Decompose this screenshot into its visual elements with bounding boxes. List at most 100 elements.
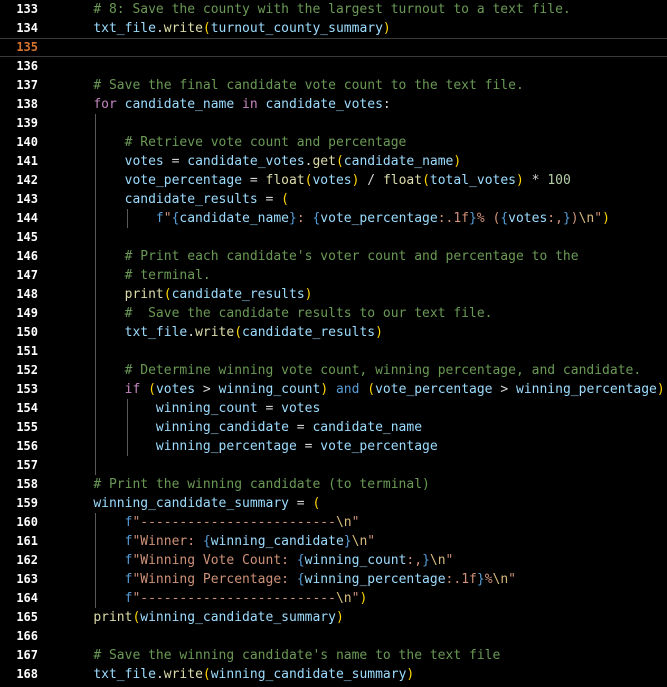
code-token: candidate_votes <box>187 154 305 169</box>
code-editor[interactable]: 133 # 8: Save the county with the larges… <box>0 0 667 687</box>
code-text: # Print each candidate's voter count and… <box>62 247 579 266</box>
code-token: ) <box>453 154 462 169</box>
code-line[interactable]: 166 <box>0 627 667 646</box>
code-line[interactable]: 168 txt_file.write(winning_candidate_sum… <box>0 665 667 684</box>
code-token: } <box>343 534 352 549</box>
code-line[interactable]: 137 # Save the final candidate vote coun… <box>0 76 667 95</box>
code-token: print <box>124 287 164 302</box>
code-line[interactable]: 153 if (votes > winning_count) and (vote… <box>0 380 667 399</box>
code-text: f"Winning Vote Count: {winning_count:,}\… <box>62 551 454 570</box>
code-token: * <box>523 173 548 188</box>
code-token: if <box>124 382 141 397</box>
code-text: winning_candidate = candidate_name <box>62 418 422 437</box>
code-token: 100 <box>547 173 571 188</box>
line-number: 145 <box>16 230 38 244</box>
code-text: f"Winner: {winning_candidate}\n" <box>62 532 375 551</box>
code-token: votes <box>312 173 352 188</box>
code-line[interactable]: 163 f"Winning Percentage: {winning_perce… <box>0 570 667 589</box>
line-number: 146 <box>16 249 38 263</box>
code-line[interactable]: 143 candidate_results = ( <box>0 190 667 209</box>
code-token: winning_candidate <box>155 420 289 435</box>
line-number: 158 <box>16 477 38 491</box>
code-line[interactable]: 152 # Determine winning vote count, winn… <box>0 361 667 380</box>
code-line[interactable]: 149 # Save the candidate results to our … <box>0 304 667 323</box>
code-token: :, <box>406 553 423 568</box>
code-line[interactable]: 139 <box>0 114 667 133</box>
code-line[interactable]: 145 <box>0 228 667 247</box>
code-line[interactable]: 165 print(winning_candidate_summary) <box>0 608 667 627</box>
code-text: # Save the winning candidate's name to t… <box>62 646 500 665</box>
code-line[interactable]: 146 # Print each candidate's voter count… <box>0 247 667 266</box>
code-line[interactable]: 141 votes = candidate_votes.get(candidat… <box>0 152 667 171</box>
code-line[interactable]: 160 f"-------------------------\n" <box>0 513 667 532</box>
line-number: 161 <box>16 534 38 548</box>
code-token: winning_candidate_summary <box>210 667 407 682</box>
code-line[interactable]: 135 <box>0 38 667 57</box>
code-line[interactable]: 150 txt_file.write(candidate_results) <box>0 323 667 342</box>
code-text: votes = candidate_votes.get(candidate_na… <box>62 152 462 171</box>
code-line[interactable]: 156 winning_percentage = vote_percentage <box>0 437 667 456</box>
code-line[interactable]: 155 winning_candidate = candidate_name <box>0 418 667 437</box>
code-line[interactable]: 136 <box>0 57 667 76</box>
code-token: # Print each candidate's voter count and… <box>124 249 579 264</box>
code-token: # Save the final candidate vote count to… <box>93 78 524 93</box>
line-number: 134 <box>16 21 38 35</box>
code-line[interactable]: 147 # terminal. <box>0 266 667 285</box>
code-line[interactable]: 134 txt_file.write(turnout_county_summar… <box>0 19 667 38</box>
code-line[interactable]: 140 # Retrieve vote count and percentage <box>0 133 667 152</box>
code-line[interactable]: 161 f"Winner: {winning_candidate}\n" <box>0 532 667 551</box>
line-number: 133 <box>16 2 38 16</box>
code-token: " <box>445 553 454 568</box>
code-token: for <box>93 97 117 112</box>
code-token: = <box>257 192 282 207</box>
code-text: if (votes > winning_count) and (vote_per… <box>62 380 667 399</box>
code-line[interactable]: 158 # Print the winning candidate (to te… <box>0 475 667 494</box>
code-token: winning_count <box>155 401 258 416</box>
code-line[interactable]: 151 <box>0 342 667 361</box>
code-token: \n <box>492 572 509 587</box>
code-text: # Determine winning vote count, winning … <box>62 361 642 380</box>
code-line[interactable]: 164 f"-------------------------\n") <box>0 589 667 608</box>
code-token: candidate_name <box>124 97 235 112</box>
code-token: # Print the winning candidate (to termin… <box>93 477 430 492</box>
code-line[interactable]: 142 vote_percentage = float(votes) / flo… <box>0 171 667 190</box>
line-number: 140 <box>16 135 38 149</box>
code-line[interactable]: 154 winning_count = votes <box>0 399 667 418</box>
line-number: 163 <box>16 572 38 586</box>
code-line[interactable]: 133 # 8: Save the county with the larges… <box>0 0 667 19</box>
code-token: } <box>469 211 477 226</box>
code-token: candidate_results <box>242 325 376 340</box>
code-token: ( <box>312 496 321 511</box>
code-token: ( <box>234 325 243 340</box>
code-token: # Save the candidate results to our text… <box>124 306 493 321</box>
code-token: # Retrieve vote count and percentage <box>124 135 407 150</box>
code-line[interactable]: 162 f"Winning Vote Count: {winning_count… <box>0 551 667 570</box>
line-number: 137 <box>16 78 38 92</box>
code-token: # 8: Save the county with the largest tu… <box>93 2 571 17</box>
code-token: { <box>296 553 305 568</box>
code-token: vote_percentage <box>124 173 243 188</box>
code-line[interactable]: 148 print(candidate_results) <box>0 285 667 304</box>
code-text: # Print the winning candidate (to termin… <box>62 475 430 494</box>
code-token: # Save the winning candidate's name to t… <box>93 648 501 663</box>
code-line[interactable]: 144 f"{candidate_name}: {vote_percentage… <box>0 209 667 228</box>
code-line[interactable]: 138 for candidate_name in candidate_vote… <box>0 95 667 114</box>
code-line[interactable]: 157 <box>0 456 667 475</box>
code-token: candidate_name <box>312 420 423 435</box>
code-token: \n <box>578 211 595 226</box>
line-number: 149 <box>16 306 38 320</box>
code-token: winning_percentage <box>155 439 297 454</box>
code-token: % <box>484 572 493 587</box>
code-token: " <box>594 211 603 226</box>
code-token: vote_percentage <box>375 382 493 397</box>
code-line[interactable]: 167 # Save the winning candidate's name … <box>0 646 667 665</box>
code-line[interactable]: 159 winning_candidate_summary = ( <box>0 494 667 513</box>
